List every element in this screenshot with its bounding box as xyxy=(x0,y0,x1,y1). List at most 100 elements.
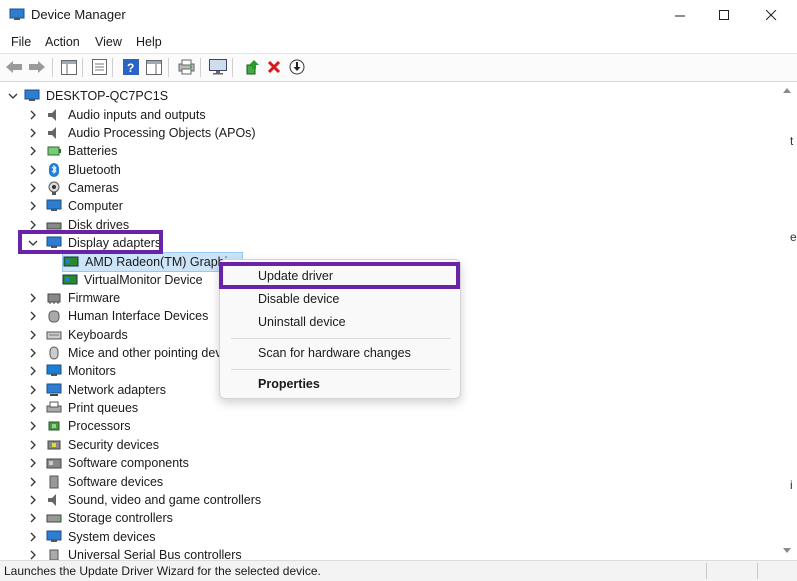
properties-button[interactable] xyxy=(89,57,109,77)
tree-category[interactable]: Print queues xyxy=(28,399,138,417)
chevron-right-icon[interactable] xyxy=(28,311,38,321)
menu-file[interactable]: File xyxy=(11,35,31,49)
scroll-down-arrow[interactable] xyxy=(783,548,791,553)
chevron-right-icon[interactable] xyxy=(28,220,38,230)
tree-category-label: Firmware xyxy=(68,291,121,305)
tree-device[interactable]: AMD Radeon(TM) Graphics xyxy=(62,252,243,273)
tree-root[interactable]: DESKTOP-QC7PC1S xyxy=(8,87,168,105)
software-device-icon xyxy=(49,475,59,488)
menu-help[interactable]: Help xyxy=(136,35,162,49)
properties-icon xyxy=(91,59,107,75)
speaker-icon xyxy=(48,493,56,506)
tree-category[interactable]: Bluetooth xyxy=(28,161,121,179)
download-button[interactable] xyxy=(287,57,307,77)
menu-view[interactable]: View xyxy=(95,35,122,49)
tree-category[interactable]: Human Interface Devices xyxy=(28,307,208,325)
chevron-right-icon[interactable] xyxy=(28,201,38,211)
tree-category[interactable]: Firmware xyxy=(28,289,120,307)
tree-category-label: Universal Serial Bus controllers xyxy=(68,547,242,560)
print-icon xyxy=(178,59,194,75)
chevron-right-icon[interactable] xyxy=(28,421,38,431)
chevron-right-icon[interactable] xyxy=(28,110,38,120)
back-button[interactable] xyxy=(4,57,24,77)
chevron-right-icon[interactable] xyxy=(28,165,38,175)
update-driver-button[interactable] xyxy=(242,57,262,77)
tree-category[interactable]: Security devices xyxy=(28,436,159,454)
tree-category[interactable]: Storage controllers xyxy=(28,509,173,527)
scan-download-icon xyxy=(289,59,305,75)
chevron-right-icon[interactable] xyxy=(28,366,38,376)
tree-category-label: Storage controllers xyxy=(68,511,173,526)
action-pane-button[interactable] xyxy=(144,57,164,77)
maximize-button[interactable] xyxy=(701,0,747,30)
tree-category[interactable]: Sound, video and game controllers xyxy=(28,491,261,509)
firmware-icon xyxy=(47,293,61,304)
chevron-right-icon[interactable] xyxy=(28,440,38,450)
update-driver-icon xyxy=(246,60,259,75)
chevron-right-icon[interactable] xyxy=(28,183,38,193)
tree-device[interactable]: VirtualMonitor Device xyxy=(62,271,203,289)
help-icon: ? xyxy=(123,59,139,75)
processor-icon xyxy=(48,421,60,431)
minimize-button[interactable] xyxy=(657,0,703,30)
ctx-disable-device[interactable]: Disable device xyxy=(258,292,339,306)
tree-category[interactable]: Batteries xyxy=(28,142,117,160)
tree-category[interactable]: Audio Processing Objects (APOs) xyxy=(28,124,256,142)
tree-category[interactable]: Computer xyxy=(28,197,123,215)
tree-category-label: Security devices xyxy=(68,437,160,452)
computer-icon xyxy=(46,199,62,212)
tree-category[interactable]: System devices xyxy=(28,528,156,546)
tree-category[interactable]: Software devices xyxy=(28,473,163,491)
uninstall-button[interactable] xyxy=(264,57,284,77)
menu-action[interactable]: Action xyxy=(45,35,80,49)
chevron-right-icon[interactable] xyxy=(28,348,38,358)
close-button[interactable] xyxy=(748,0,794,30)
maximize-icon xyxy=(718,9,729,20)
tree-category[interactable]: Keyboards xyxy=(28,326,128,344)
chevron-right-icon[interactable] xyxy=(28,403,38,413)
scan-monitor-button[interactable] xyxy=(208,57,228,77)
forward-button[interactable] xyxy=(27,57,47,77)
chevron-right-icon[interactable] xyxy=(28,458,38,468)
tree-category[interactable]: Processors xyxy=(28,417,131,435)
help-button[interactable]: ? xyxy=(121,57,141,77)
show-hide-console-tree-button[interactable] xyxy=(59,57,79,77)
gpu-icon xyxy=(63,256,79,267)
tree-category-label: Software components xyxy=(68,456,189,471)
scroll-up-arrow[interactable] xyxy=(783,88,791,93)
tree-category-label: Human Interface Devices xyxy=(68,309,209,324)
chevron-right-icon[interactable] xyxy=(28,477,38,487)
ctx-uninstall-device[interactable]: Uninstall device xyxy=(258,315,346,329)
ctx-properties[interactable]: Properties xyxy=(258,377,320,391)
chevron-right-icon[interactable] xyxy=(28,495,38,505)
chevron-right-icon[interactable] xyxy=(28,128,38,138)
chevron-right-icon[interactable] xyxy=(28,513,38,523)
chevron-right-icon[interactable] xyxy=(28,532,38,542)
tree-category[interactable]: Mice and other pointing dev xyxy=(28,344,222,362)
tree-category-label: Mice and other pointing dev xyxy=(68,346,222,361)
tree-category[interactable]: Audio inputs and outputs xyxy=(28,106,206,124)
monitor-icon xyxy=(209,59,227,75)
uninstall-icon xyxy=(267,60,281,74)
ctx-scan-hardware[interactable]: Scan for hardware changes xyxy=(258,346,411,360)
tree-category[interactable]: Monitors xyxy=(28,362,116,380)
print-button[interactable] xyxy=(176,57,196,77)
chevron-right-icon[interactable] xyxy=(28,146,38,156)
chevron-right-icon[interactable] xyxy=(28,550,38,560)
toolbar-separator xyxy=(232,58,233,77)
printer-icon xyxy=(46,401,62,413)
tree-category[interactable]: Software components xyxy=(28,454,189,472)
tree-category[interactable]: Network adapters xyxy=(28,381,166,399)
chevron-right-icon[interactable] xyxy=(28,330,38,340)
chevron-right-icon[interactable] xyxy=(28,385,38,395)
window-title: Device Manager xyxy=(31,7,126,22)
chevron-right-icon[interactable] xyxy=(28,293,38,303)
tree-category[interactable]: Cameras xyxy=(28,179,119,197)
tree-category[interactable]: Universal Serial Bus controllers xyxy=(28,546,242,560)
tree-category-label: Processors xyxy=(68,419,131,434)
network-icon xyxy=(46,383,62,396)
device-manager-app-icon xyxy=(9,8,25,20)
vertical-scrollbar[interactable] xyxy=(779,82,797,560)
status-text: Launches the Update Driver Wizard for th… xyxy=(4,564,321,578)
toolbar-separator xyxy=(112,58,113,77)
